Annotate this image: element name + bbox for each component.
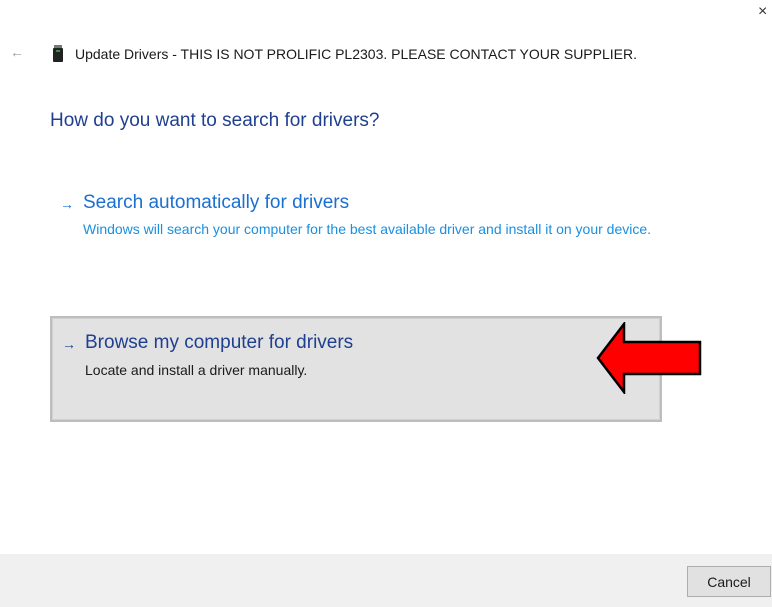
option-title: Browse my computer for drivers — [85, 332, 354, 353]
back-arrow-icon[interactable]: ← — [10, 42, 26, 62]
window-title: Update Drivers - THIS IS NOT PROLIFIC PL… — [75, 46, 637, 62]
close-icon[interactable]: × — [758, 2, 772, 22]
dialog-footer — [0, 554, 772, 607]
cancel-button[interactable]: Cancel — [687, 566, 771, 597]
red-arrow-pointer-icon — [596, 322, 702, 394]
arrow-right-icon: → — [62, 336, 76, 352]
option-description: Locate and install a driver manually. — [85, 362, 308, 378]
arrow-right-icon: → — [60, 196, 74, 212]
option-title: Search automatically for drivers — [83, 192, 350, 213]
browse-my-computer-option[interactable]: → Browse my computer for drivers Locate … — [50, 316, 662, 422]
search-automatically-option[interactable]: → Search automatically for drivers Windo… — [50, 186, 662, 278]
page-heading: How do you want to search for drivers? — [50, 110, 380, 131]
usb-device-icon — [53, 45, 63, 62]
option-description: Windows will search your computer for th… — [83, 221, 652, 237]
